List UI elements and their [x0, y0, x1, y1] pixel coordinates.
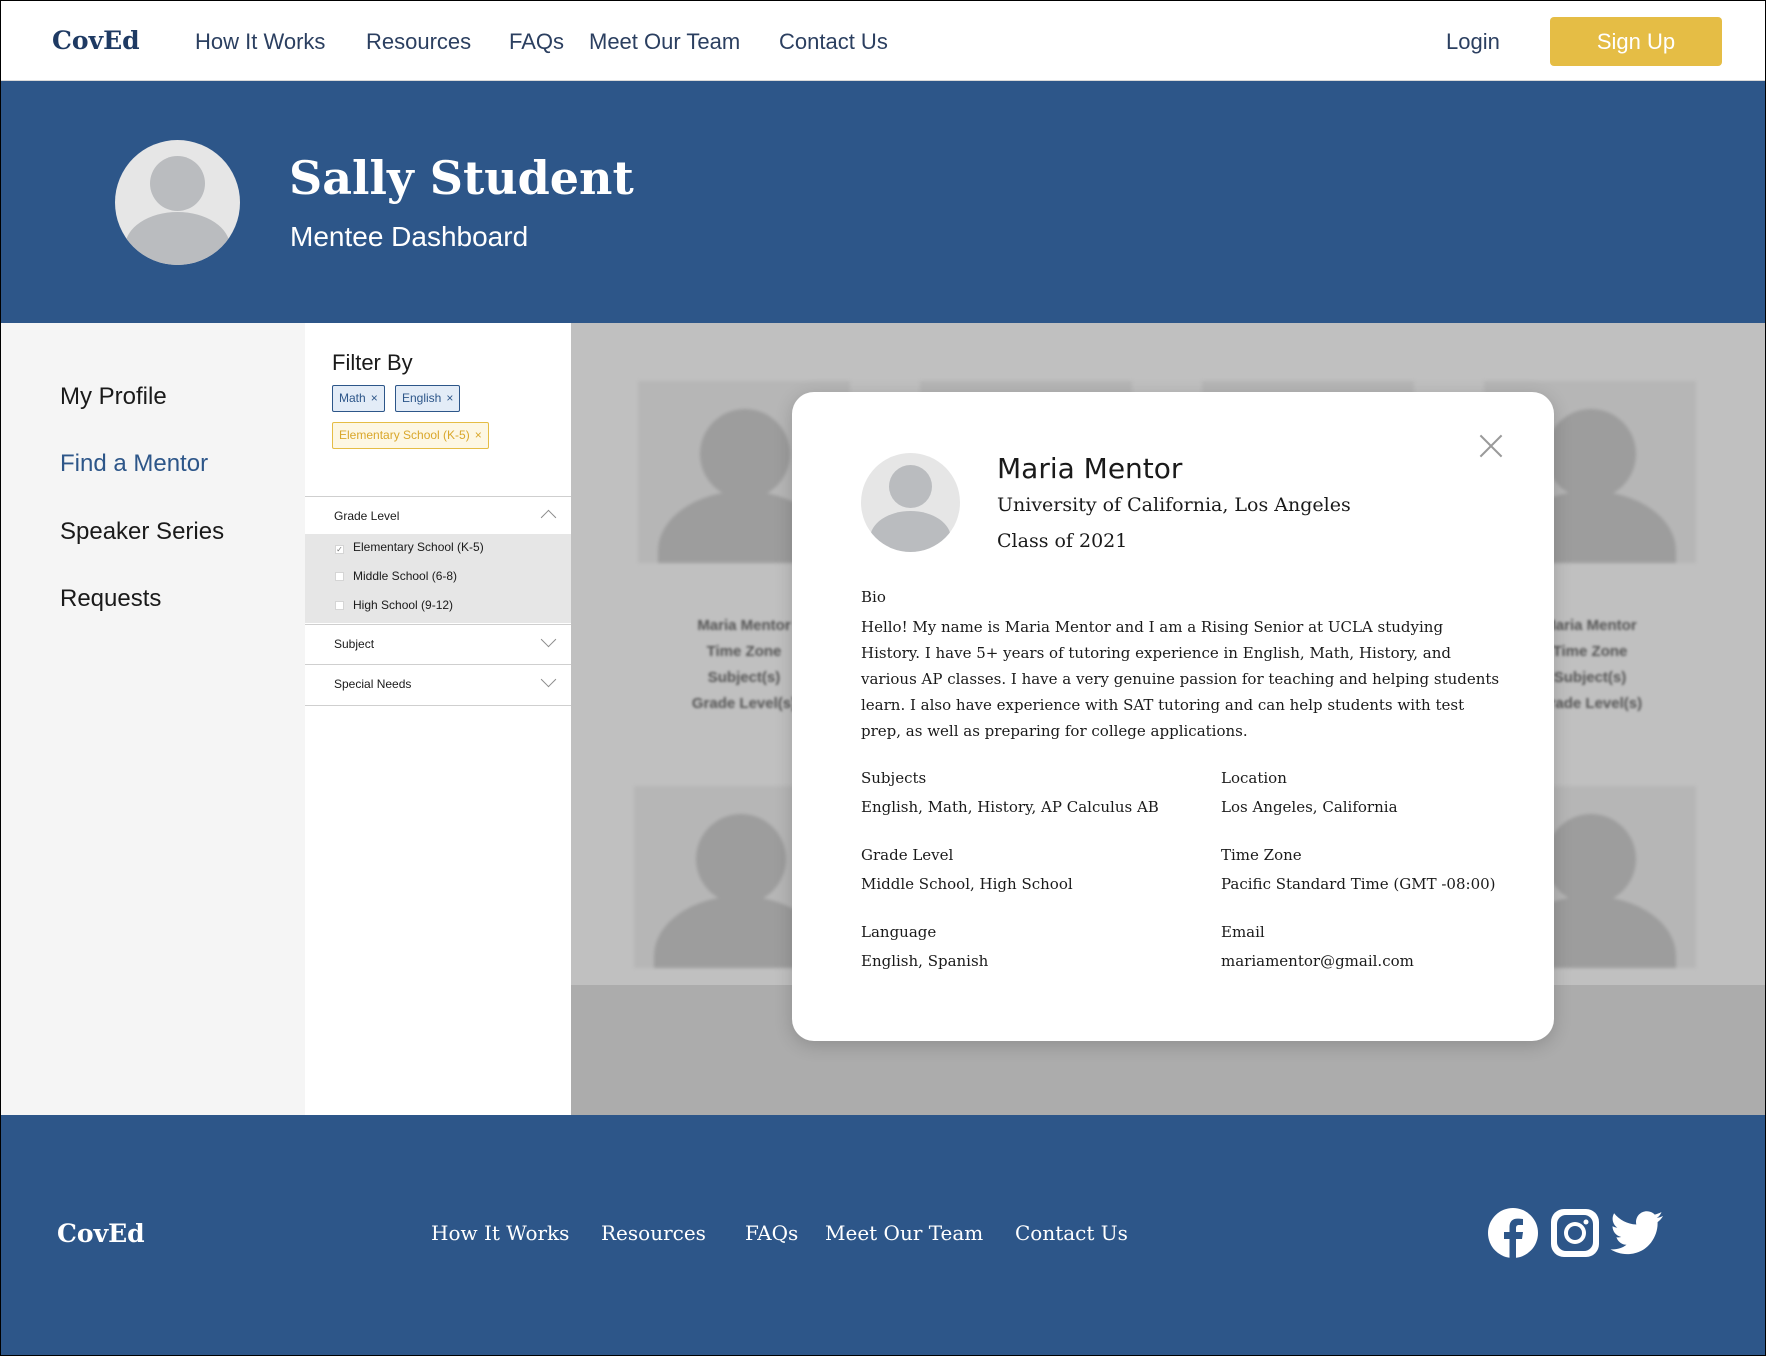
page: CovEd How It Works Resources FAQs Meet O… [1, 1, 1765, 1355]
location-label: Location [1221, 769, 1287, 787]
mentor-university: University of California, Los Angeles [997, 494, 1351, 516]
mentor-class-year: Class of 2021 [997, 530, 1128, 552]
option-high-school[interactable]: High School (9-12) [335, 598, 453, 612]
divider [305, 705, 571, 706]
subjects-value: English, Math, History, AP Calculus AB [861, 798, 1159, 816]
grade-level-value: Middle School, High School [861, 875, 1073, 893]
filter-title: Filter By [332, 350, 413, 375]
remove-chip-icon[interactable]: × [446, 391, 453, 405]
avatar-head-shape [150, 156, 205, 211]
language-label: Language [861, 923, 937, 941]
email-label: Email [1221, 923, 1265, 941]
footer-link-faqs[interactable]: FAQs [745, 1221, 798, 1245]
profile-header: Sally Student Mentee Dashboard [1, 81, 1765, 323]
sidebar-item-find-a-mentor[interactable]: Find a Mentor [60, 450, 208, 478]
mentor-name: Maria Mentor [997, 452, 1183, 485]
bio-text: Hello! My name is Maria Mentor and I am … [861, 618, 1500, 740]
footer: CovEd How It Works Resources FAQs Meet O… [1, 1115, 1765, 1355]
logo[interactable]: CovEd [52, 26, 140, 55]
mentor-avatar [861, 453, 960, 552]
sidebar-item-speaker-series[interactable]: Speaker Series [60, 518, 224, 546]
bio-label: Bio [861, 588, 886, 606]
grade-level-label: Grade Level [861, 846, 954, 864]
accordion-special-needs[interactable]: Special Needs [305, 664, 571, 702]
nav-link-how-it-works[interactable]: How It Works [195, 29, 325, 55]
remove-chip-icon[interactable]: × [371, 391, 378, 405]
close-icon[interactable] [1476, 431, 1506, 461]
footer-link-meet-our-team[interactable]: Meet Our Team [825, 1221, 983, 1245]
chip-label: Elementary School (K-5) [339, 428, 470, 442]
footer-link-contact-us[interactable]: Contact Us [1015, 1221, 1128, 1245]
footer-logo[interactable]: CovEd [57, 1219, 145, 1248]
option-label: Middle School (6-8) [353, 569, 458, 583]
chevron-down-icon [540, 631, 557, 648]
sign-up-button[interactable]: Sign Up [1550, 17, 1722, 66]
subjects-label: Subjects [861, 769, 927, 787]
filter-chip-english: English × [395, 385, 461, 412]
avatar-body-shape [870, 511, 951, 552]
accordion-label: Subject [334, 637, 375, 651]
email-value[interactable]: mariamentor@gmail.com [1221, 952, 1414, 970]
top-nav: CovEd How It Works Resources FAQs Meet O… [1, 1, 1765, 81]
nav-link-meet-our-team[interactable]: Meet Our Team [589, 29, 740, 55]
avatar-body-shape [125, 212, 230, 265]
sidebar-item-requests[interactable]: Requests [60, 585, 161, 613]
login-link[interactable]: Login [1446, 29, 1500, 55]
footer-link-resources[interactable]: Resources [601, 1221, 706, 1245]
sidebar-item-my-profile[interactable]: My Profile [60, 383, 167, 411]
chip-label: Math [339, 391, 366, 405]
option-label: Elementary School (K-5) [353, 540, 484, 554]
option-middle-school[interactable]: Middle School (6-8) [335, 569, 457, 583]
accordion-grade-level[interactable]: Grade Level [305, 496, 571, 534]
user-avatar [115, 140, 240, 265]
mentor-detail-modal: Maria Mentor University of California, L… [792, 392, 1554, 1041]
filter-chip-elementary: Elementary School (K-5) × [332, 422, 489, 449]
avatar-head-shape [1546, 409, 1636, 499]
avatar-head-shape [700, 409, 790, 499]
option-label: High School (9-12) [353, 598, 454, 612]
avatar-head-shape [1546, 814, 1636, 904]
footer-link-how-it-works[interactable]: How It Works [431, 1221, 569, 1245]
checkbox[interactable] [335, 572, 344, 581]
checkbox[interactable] [335, 601, 344, 610]
chevron-up-icon [540, 509, 557, 526]
filter-chip-math: Math × [332, 385, 385, 412]
time-zone-label: Time Zone [1221, 846, 1302, 864]
option-elementary[interactable]: ✓ Elementary School (K-5) [335, 540, 484, 554]
avatar-head-shape [889, 465, 932, 508]
grade-level-options: ✓ Elementary School (K-5) Middle School (… [305, 534, 571, 623]
time-zone-value: Pacific Standard Time (GMT -08:00) [1221, 875, 1496, 893]
facebook-icon[interactable] [1487, 1207, 1539, 1259]
accordion-label: Special Needs [334, 677, 412, 691]
nav-link-resources[interactable]: Resources [366, 29, 471, 55]
sidebar: My Profile Find a Mentor Speaker Series … [1, 323, 305, 1115]
filter-panel: Filter By Math × English × Elementary Scho… [305, 323, 571, 1115]
checkbox-checked-icon[interactable]: ✓ [335, 545, 344, 554]
chip-label: English [402, 391, 442, 405]
nav-link-contact-us[interactable]: Contact Us [779, 29, 888, 55]
nav-link-faqs[interactable]: FAQs [509, 29, 564, 55]
avatar-head-shape [696, 814, 786, 904]
instagram-icon[interactable] [1549, 1207, 1601, 1259]
language-value: English, Spanish [861, 952, 989, 970]
twitter-icon[interactable] [1609, 1207, 1665, 1259]
accordion-subject[interactable]: Subject [305, 624, 571, 662]
accordion-label: Grade Level [334, 509, 400, 523]
dashboard-subtitle: Mentee Dashboard [290, 221, 529, 252]
user-name: Sally Student [289, 151, 634, 205]
chevron-down-icon [540, 671, 557, 688]
location-value: Los Angeles, California [1221, 798, 1398, 816]
remove-chip-icon[interactable]: × [475, 428, 482, 442]
